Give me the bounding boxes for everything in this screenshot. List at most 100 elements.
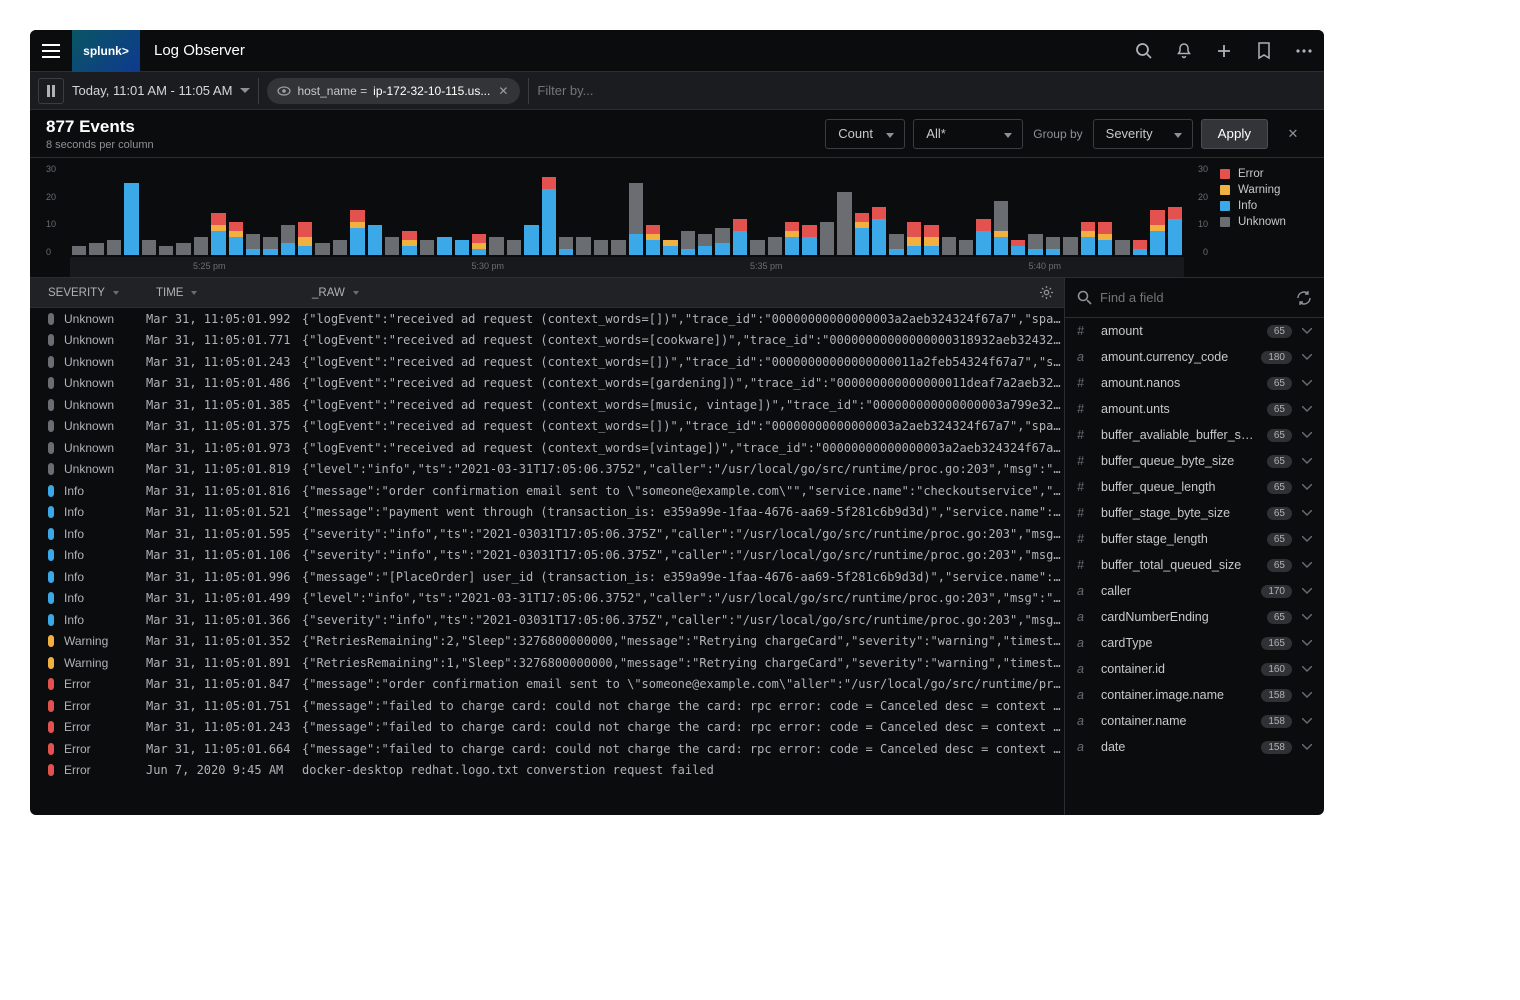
pause-button[interactable] (38, 78, 64, 104)
field-row[interactable]: #buffer stage_length65 (1065, 526, 1324, 552)
bar[interactable] (1063, 237, 1077, 255)
field-row[interactable]: #buffer_stage_byte_size65 (1065, 500, 1324, 526)
bar[interactable] (489, 237, 503, 255)
field-row[interactable]: #buffer_total_queued_size65 (1065, 552, 1324, 578)
bar[interactable] (907, 222, 921, 255)
bar[interactable] (176, 243, 190, 255)
bar[interactable] (594, 240, 608, 255)
bar[interactable] (733, 219, 747, 255)
bar[interactable] (646, 225, 660, 255)
bar[interactable] (507, 240, 521, 255)
more-icon[interactable] (1284, 30, 1324, 72)
table-row[interactable]: InfoMar 31, 11:05:01.106{"severity":"inf… (30, 545, 1064, 567)
table-row[interactable]: WarningMar 31, 11:05:01.352{"RetriesRema… (30, 631, 1064, 653)
bar[interactable] (333, 240, 347, 255)
bar[interactable] (246, 234, 260, 255)
table-settings[interactable] (1028, 285, 1064, 300)
bar[interactable] (1028, 234, 1042, 255)
bar[interactable] (994, 201, 1008, 255)
field-search-input[interactable] (1100, 290, 1288, 305)
bar[interactable] (959, 240, 973, 255)
chart-bars[interactable] (70, 164, 1184, 255)
bar[interactable] (855, 213, 869, 255)
table-row[interactable]: ErrorJun 7, 2020 9:45 AMdocker-desktop r… (30, 760, 1064, 782)
bar[interactable] (1115, 240, 1129, 255)
filter-input[interactable] (537, 83, 1316, 98)
field-row[interactable]: acontainer.image.name158 (1065, 682, 1324, 708)
table-row[interactable]: InfoMar 31, 11:05:01.996{"message":"[Pla… (30, 566, 1064, 588)
bar[interactable] (1098, 222, 1112, 255)
bar[interactable] (298, 222, 312, 255)
column-severity[interactable]: SEVERITY (30, 287, 146, 299)
bar[interactable] (802, 225, 816, 255)
bar[interactable] (159, 246, 173, 255)
bar[interactable] (107, 240, 121, 255)
bar[interactable] (472, 234, 486, 255)
bar[interactable] (1046, 237, 1060, 255)
bar[interactable] (455, 240, 469, 255)
bar[interactable] (72, 246, 86, 255)
field-row[interactable]: #amount65 (1065, 318, 1324, 344)
bar[interactable] (524, 225, 538, 255)
bar[interactable] (402, 231, 416, 255)
field-row[interactable]: #amount.nanos65 (1065, 370, 1324, 396)
bar[interactable] (194, 237, 208, 255)
table-row[interactable]: ErrorMar 31, 11:05:01.243{"message":"fai… (30, 717, 1064, 739)
bar[interactable] (211, 213, 225, 255)
bar[interactable] (681, 231, 695, 255)
bar[interactable] (942, 237, 956, 255)
bar[interactable] (785, 222, 799, 255)
field-row[interactable]: #buffer_queue_length65 (1065, 474, 1324, 500)
bar[interactable] (889, 234, 903, 255)
field-row[interactable]: adate158 (1065, 734, 1324, 760)
table-row[interactable]: UnknownMar 31, 11:05:01.385{"logEvent":"… (30, 394, 1064, 416)
column-time[interactable]: TIME (146, 287, 302, 299)
menu-button[interactable] (30, 30, 72, 72)
table-row[interactable]: ErrorMar 31, 11:05:01.664{"message":"fai… (30, 738, 1064, 760)
bar[interactable] (698, 234, 712, 255)
bar[interactable] (872, 207, 886, 255)
table-row[interactable]: InfoMar 31, 11:05:01.499{"level":"info",… (30, 588, 1064, 610)
field-row[interactable]: #buffer_queue_byte_size65 (1065, 448, 1324, 474)
column-raw[interactable]: _RAW (302, 287, 1028, 299)
close-button[interactable]: ✕ (1278, 126, 1308, 142)
bar[interactable] (542, 177, 556, 255)
bar[interactable] (611, 240, 625, 255)
bar[interactable] (768, 237, 782, 255)
bar[interactable] (142, 240, 156, 255)
bar[interactable] (1011, 240, 1025, 255)
bar[interactable] (576, 237, 590, 255)
refresh-icon[interactable] (1296, 290, 1312, 306)
bar[interactable] (715, 228, 729, 255)
bar[interactable] (350, 210, 364, 255)
table-row[interactable]: UnknownMar 31, 11:05:01.973{"logEvent":"… (30, 437, 1064, 459)
bar[interactable] (1168, 207, 1182, 255)
table-row[interactable]: InfoMar 31, 11:05:01.816{"message":"orde… (30, 480, 1064, 502)
table-row[interactable]: InfoMar 31, 11:05:01.521{"message":"paym… (30, 502, 1064, 524)
table-row[interactable]: UnknownMar 31, 11:05:01.243{"logEvent":"… (30, 351, 1064, 373)
bar[interactable] (315, 243, 329, 255)
plus-icon[interactable] (1204, 30, 1244, 72)
field-row[interactable]: aamount.currency_code180 (1065, 344, 1324, 370)
field-row[interactable]: acontainer.name158 (1065, 708, 1324, 734)
table-row[interactable]: WarningMar 31, 11:05:01.891{"RetriesRema… (30, 652, 1064, 674)
table-row[interactable]: UnknownMar 31, 11:05:01.375{"logEvent":"… (30, 416, 1064, 438)
bar[interactable] (629, 183, 643, 255)
aggregation-select[interactable]: Count (825, 119, 905, 149)
table-row[interactable]: UnknownMar 31, 11:05:01.992{"logEvent":"… (30, 308, 1064, 330)
bar[interactable] (89, 243, 103, 255)
table-row[interactable]: InfoMar 31, 11:05:01.595{"severity":"inf… (30, 523, 1064, 545)
chip-remove[interactable]: ✕ (496, 84, 510, 98)
bar[interactable] (229, 222, 243, 255)
bar[interactable] (750, 240, 764, 255)
bar[interactable] (124, 183, 138, 255)
filter-chip[interactable]: host_name = ip-172-32-10-115.us... ✕ (267, 78, 520, 104)
bell-icon[interactable] (1164, 30, 1204, 72)
bar[interactable] (437, 237, 451, 255)
bar[interactable] (976, 219, 990, 255)
bar[interactable] (281, 225, 295, 255)
time-range-picker[interactable]: Today, 11:01 AM - 11:05 AM (72, 83, 250, 98)
bar[interactable] (1133, 240, 1147, 255)
search-icon[interactable] (1124, 30, 1164, 72)
bar[interactable] (1150, 210, 1164, 255)
